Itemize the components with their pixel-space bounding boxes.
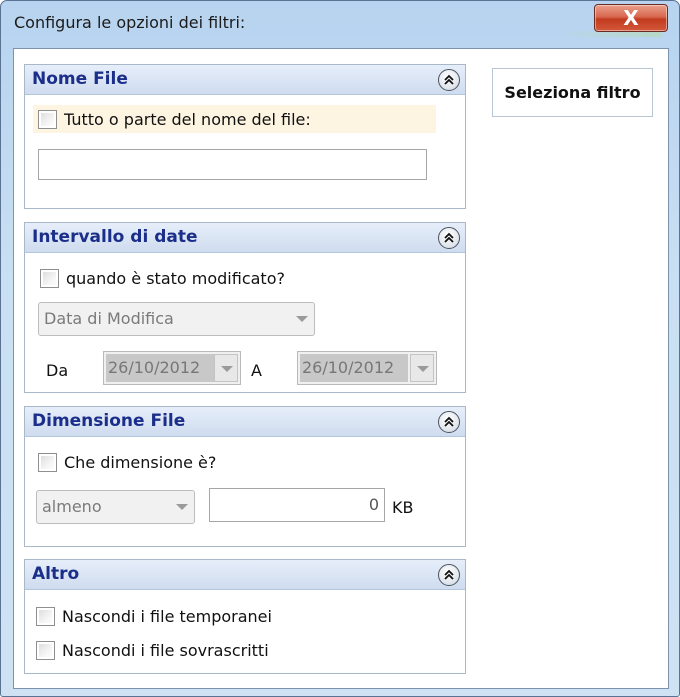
to-date-value: 26/10/2012 bbox=[300, 354, 408, 382]
date-filter-label: quando è stato modificato? bbox=[66, 269, 285, 288]
panel-altro: Altro Nascondi i file temporanei Nascond… bbox=[24, 559, 466, 674]
size-value: 0 bbox=[368, 495, 379, 514]
collapse-button[interactable] bbox=[438, 69, 460, 91]
name-filter-label: Tutto o parte del nome del file: bbox=[64, 110, 311, 129]
chevron-down-icon[interactable] bbox=[214, 354, 238, 382]
hide-temp-files-checkbox[interactable] bbox=[36, 607, 55, 626]
size-filter-checkbox[interactable] bbox=[38, 453, 57, 472]
collapse-button[interactable] bbox=[438, 564, 460, 586]
panel-title: Intervallo di date bbox=[32, 227, 198, 247]
double-chevron-up-icon bbox=[444, 232, 454, 243]
dialog-title: Configura le opzioni dei filtri: bbox=[14, 13, 246, 32]
from-date-picker[interactable]: 26/10/2012 bbox=[103, 351, 241, 385]
panel-title: Altro bbox=[32, 564, 80, 584]
collapse-button[interactable] bbox=[438, 227, 460, 249]
panel-dimensione-file: Dimensione File Che dimensione è? almeno… bbox=[24, 406, 466, 547]
panel-title: Dimensione File bbox=[32, 411, 186, 431]
double-chevron-up-icon bbox=[444, 416, 454, 427]
chevron-down-icon[interactable] bbox=[410, 354, 434, 382]
close-icon: X bbox=[623, 6, 639, 30]
date-filter-checkbox[interactable] bbox=[40, 269, 59, 288]
size-operator-combo[interactable]: almeno bbox=[36, 490, 195, 524]
from-label: Da bbox=[46, 361, 69, 380]
double-chevron-up-icon bbox=[444, 569, 454, 580]
panel-nome-file: Nome File Tutto o parte del nome del fil… bbox=[24, 64, 466, 209]
collapse-button[interactable] bbox=[438, 411, 460, 433]
to-label: A bbox=[251, 361, 262, 380]
hide-overwritten-files-label: Nascondi i file sovrascritti bbox=[62, 641, 269, 660]
panel-intervallo-date: Intervallo di date quando è stato modifi… bbox=[24, 222, 466, 393]
dialog-window: Configura le opzioni dei filtri: X Nome … bbox=[0, 0, 680, 697]
name-filter-checkbox[interactable] bbox=[38, 110, 57, 129]
panel-header[interactable]: Nome File bbox=[25, 65, 465, 95]
size-unit-label: KB bbox=[392, 498, 414, 517]
select-filter-button[interactable]: Seleziona filtro bbox=[492, 68, 653, 117]
combo-value: almeno bbox=[42, 497, 102, 516]
close-button[interactable]: X bbox=[594, 4, 668, 32]
combo-value: Data di Modifica bbox=[44, 309, 174, 328]
panel-header[interactable]: Dimensione File bbox=[25, 407, 465, 437]
size-value-input[interactable]: 0 bbox=[209, 488, 385, 522]
panel-header[interactable]: Altro bbox=[25, 560, 465, 590]
dialog-client-area: Nome File Tutto o parte del nome del fil… bbox=[13, 48, 669, 689]
panel-title: Nome File bbox=[32, 69, 128, 89]
hide-temp-files-label: Nascondi i file temporanei bbox=[62, 607, 272, 626]
chevron-down-icon bbox=[296, 316, 308, 322]
chevron-down-icon bbox=[176, 504, 188, 510]
double-chevron-up-icon bbox=[444, 74, 454, 85]
hide-overwritten-files-checkbox[interactable] bbox=[36, 641, 55, 660]
to-date-picker[interactable]: 26/10/2012 bbox=[297, 351, 437, 385]
panel-header[interactable]: Intervallo di date bbox=[25, 223, 465, 253]
filename-input[interactable] bbox=[38, 149, 427, 180]
from-date-value: 26/10/2012 bbox=[106, 354, 214, 382]
size-filter-label: Che dimensione è? bbox=[64, 453, 217, 472]
date-type-combo[interactable]: Data di Modifica bbox=[38, 302, 315, 336]
